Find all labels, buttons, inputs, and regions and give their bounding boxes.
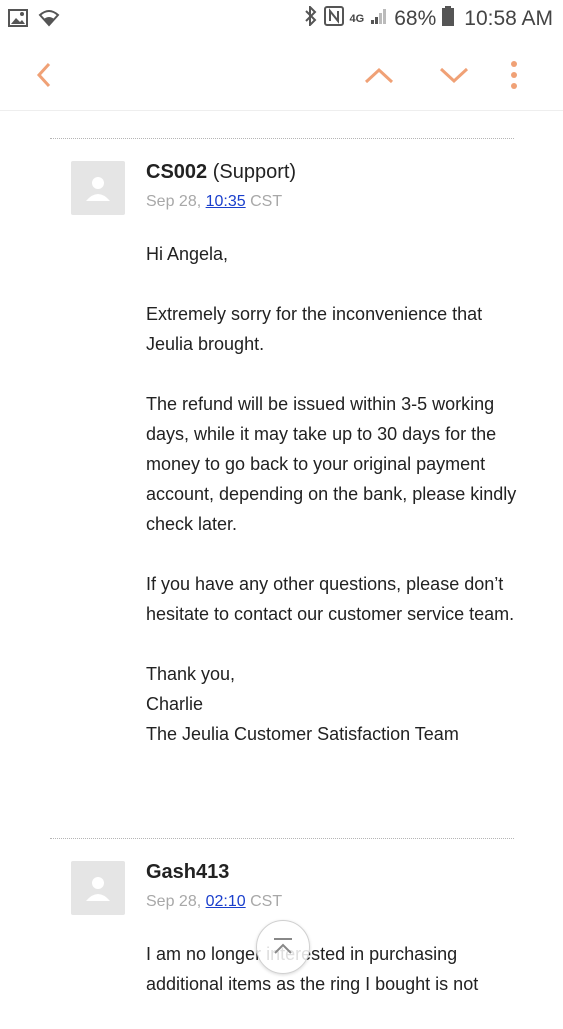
sender-name: Gash413	[146, 861, 230, 883]
signoff-team: The Jeulia Customer Satisfaction Team	[146, 724, 459, 744]
chevron-left-icon	[36, 62, 51, 88]
battery-percentage: 68%	[394, 7, 437, 30]
signal-icon	[370, 7, 388, 31]
sender-role: (Support)	[212, 161, 297, 183]
message-timezone: CST	[250, 893, 283, 910]
body-paragraph: Extremely sorry for the inconvenience th…	[146, 304, 483, 354]
previous-message-button[interactable]	[362, 60, 396, 90]
message-divider	[50, 138, 514, 139]
clock: 10:58 AM	[464, 7, 553, 30]
image-notification-icon	[8, 9, 28, 32]
message-meta: Sep 28, 02:10 CST	[146, 893, 282, 911]
sender-name: CS002	[146, 161, 208, 183]
message-time-link[interactable]: 10:35	[206, 193, 246, 210]
message-body: Hi Angela, Extremely sorry for the incon…	[146, 239, 526, 749]
message-divider	[50, 838, 514, 839]
more-options-button[interactable]	[502, 58, 526, 92]
signoff: Thank you, Charlie The Jeulia Customer S…	[146, 659, 526, 749]
battery-icon	[442, 6, 455, 32]
scroll-to-top-button[interactable]	[256, 920, 310, 974]
wifi-icon	[38, 9, 60, 32]
more-vertical-icon	[511, 61, 517, 89]
chevron-up-icon	[364, 67, 394, 84]
back-button[interactable]	[30, 60, 60, 90]
message-date: Sep 28,	[146, 193, 202, 210]
message-date: Sep 28,	[146, 893, 202, 910]
message-time-link[interactable]: 02:10	[206, 893, 246, 910]
avatar[interactable]	[71, 861, 125, 915]
bluetooth-icon	[304, 4, 318, 32]
signoff-name: Charlie	[146, 694, 204, 714]
body-paragraph: I am no longer interested in purchasing …	[146, 944, 479, 994]
sender-line: CS002 (Support)	[146, 161, 296, 184]
avatar[interactable]	[71, 161, 125, 215]
body-paragraph: Hi Angela,	[146, 244, 229, 264]
scroll-top-icon	[274, 938, 292, 954]
next-message-button[interactable]	[437, 60, 471, 90]
message-body: I am no longer interested in purchasing …	[146, 939, 526, 1029]
body-paragraph: The refund will be issued within 3-5 wor…	[146, 394, 517, 534]
network-type-indicator: 4G	[349, 13, 365, 25]
person-icon	[86, 877, 110, 901]
email-toolbar	[0, 40, 563, 111]
person-icon	[86, 177, 110, 201]
body-paragraph: If you have any other questions, please …	[146, 574, 515, 624]
message-timezone: CST	[250, 193, 283, 210]
message-meta: Sep 28, 10:35 CST	[146, 193, 282, 211]
sender-line: Gash413	[146, 861, 229, 884]
nfc-icon	[323, 6, 344, 32]
status-bar: 4G 68% 10:58 AM	[0, 0, 563, 40]
signoff-line: Thank you,	[146, 664, 236, 684]
chevron-down-icon	[439, 67, 469, 84]
